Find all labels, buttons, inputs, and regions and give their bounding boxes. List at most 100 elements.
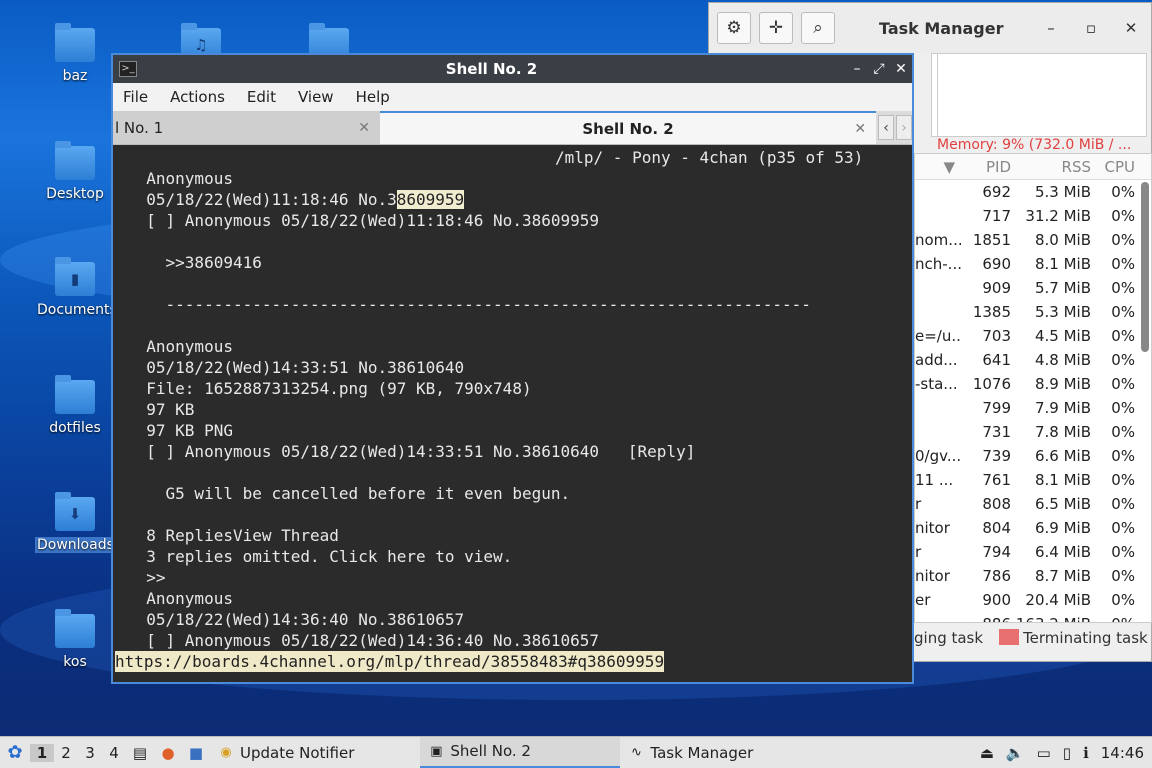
menu-actions[interactable]: Actions	[170, 88, 225, 106]
close-tab-icon[interactable]: ✕	[854, 121, 866, 137]
process-rss: 4.5 MiB	[1034, 327, 1091, 345]
table-row[interactable]: nom... 1851 8.0 MiB 0%	[915, 228, 1151, 252]
volume-icon[interactable]: 🔈	[1006, 744, 1025, 762]
process-scrollbar[interactable]	[1141, 182, 1149, 622]
eject-icon[interactable]: ⏏	[980, 744, 994, 762]
sort-chevron-down-icon[interactable]: ▼	[915, 158, 961, 176]
column-rss[interactable]: RSS	[1011, 158, 1091, 176]
legend-changing-task: ging task	[914, 629, 984, 647]
process-cpu: 0%	[1111, 183, 1135, 201]
menu-edit[interactable]: Edit	[247, 88, 276, 106]
close-tab-icon[interactable]: ✕	[358, 120, 370, 136]
table-row[interactable]: 1385 5.3 MiB 0%	[915, 300, 1151, 324]
table-row[interactable]: er 900 20.4 MiB 0%	[915, 588, 1151, 612]
tab-shell-2[interactable]: Shell No. 2 ✕	[380, 111, 877, 144]
table-row[interactable]: 717 31.2 MiB 0%	[915, 204, 1151, 228]
process-rss: 7.9 MiB	[1034, 399, 1091, 417]
table-row[interactable]: nitor 786 8.7 MiB 0%	[915, 564, 1151, 588]
table-row[interactable]: 731 7.8 MiB 0%	[915, 420, 1151, 444]
close-icon[interactable]: ✕	[1111, 19, 1151, 37]
desktop-icon-baz[interactable]: baz	[35, 23, 115, 84]
menu-view[interactable]: View	[298, 88, 334, 106]
terminal-line: [ ] Anonymous 05/18/22(Wed)14:36:40 No.3…	[127, 631, 600, 650]
desktop-icon-dotfiles[interactable]: dotfiles	[35, 375, 115, 436]
desktop-icon-desktop[interactable]: Desktop	[35, 141, 115, 202]
menu-bar: File Actions Edit View Help	[113, 83, 912, 111]
table-row[interactable]: -sta... 1076 8.9 MiB 0%	[915, 372, 1151, 396]
process-cpu: 0%	[1111, 447, 1135, 465]
crosshair-select-icon[interactable]: ✛	[759, 12, 793, 44]
close-icon[interactable]: ✕	[890, 61, 912, 77]
table-row[interactable]: add... 641 4.8 MiB 0%	[915, 348, 1151, 372]
taskbar-app-label: Update Notifier	[240, 743, 355, 762]
show-desktop-icon[interactable]: ■	[182, 744, 210, 762]
desktop-icon-kos[interactable]: kos	[35, 609, 115, 670]
process-table[interactable]: ▼ PID RSS CPU 692 5.3 MiB 0% 717 31.2 MiB 0% n…	[914, 153, 1152, 623]
table-row[interactable]: 692 5.3 MiB 0%	[915, 180, 1151, 204]
process-name: nch-...	[915, 255, 961, 273]
column-cpu[interactable]: CPU	[1091, 158, 1136, 176]
process-rss: 6.6 MiB	[1034, 447, 1091, 465]
workspace-3[interactable]: 3	[78, 744, 102, 762]
process-rss: 8.0 MiB	[1034, 231, 1091, 249]
minimize-icon[interactable]: –	[1031, 19, 1071, 37]
clipboard-icon[interactable]: ▯	[1063, 744, 1071, 762]
table-row[interactable]: e=/u... 703 4.5 MiB 0%	[915, 324, 1151, 348]
terminal-line: 97 KB PNG	[127, 421, 233, 440]
start-menu-icon[interactable]: ✿	[0, 742, 30, 763]
table-row[interactable]: 799 7.9 MiB 0%	[915, 396, 1151, 420]
workspace-1[interactable]: 1	[30, 743, 54, 762]
taskbar-update-notifier[interactable]: ◉ Update Notifier	[210, 737, 360, 768]
table-row[interactable]: r 808 6.5 MiB 0%	[915, 492, 1151, 516]
taskbar-shell[interactable]: ▣ Shell No. 2	[420, 736, 621, 768]
folder-icon	[55, 375, 95, 414]
process-pid: 794	[982, 543, 1011, 561]
process-pid: 717	[982, 207, 1011, 225]
process-rss: 8.9 MiB	[1034, 375, 1091, 393]
status-url[interactable]: https://boards.4channel.org/mlp/thread/3…	[115, 651, 665, 672]
clock[interactable]: 14:46	[1101, 744, 1144, 762]
maximize-icon[interactable]: ▫	[1071, 19, 1111, 37]
task-legend: ging task Terminating task	[914, 629, 1148, 647]
desktop-icon-label: Desktop	[46, 186, 104, 202]
search-icon[interactable]: ⌕	[801, 12, 835, 44]
taskbar-task-manager[interactable]: ∿ Task Manager	[620, 737, 759, 768]
desktop-icon-downloads[interactable]: ⬇ Downloads	[35, 492, 116, 553]
process-cpu: 0%	[1111, 519, 1135, 537]
legend-terminating-task: Terminating task	[1023, 629, 1148, 647]
network-icon[interactable]: ▭	[1037, 744, 1051, 762]
chevron-right-icon[interactable]: ›	[896, 115, 913, 140]
process-rss: 5.7 MiB	[1034, 279, 1091, 297]
table-row[interactable]: 11 ... 761 8.1 MiB 0%	[915, 468, 1151, 492]
table-row[interactable]: nitor 804 6.9 MiB 0%	[915, 516, 1151, 540]
process-rss: 163.2 MiB	[1011, 615, 1091, 622]
menu-file[interactable]: File	[123, 88, 148, 106]
terminal-area[interactable]: /mlp/ - Pony - 4chan (p35 of 53) Anonymo…	[113, 147, 912, 682]
settings-gear-icon[interactable]: ⚙	[717, 12, 751, 44]
table-row[interactable]: 909 5.7 MiB 0%	[915, 276, 1151, 300]
menu-help[interactable]: Help	[356, 88, 390, 106]
process-cpu: 0%	[1111, 351, 1135, 369]
firefox-icon[interactable]: ●	[154, 744, 182, 762]
taskbar-app-label: Shell No. 2	[450, 742, 531, 760]
workspace-4[interactable]: 4	[102, 744, 126, 762]
taskbar: ✿ 1 2 3 4 ▤ ● ■ ◉ Update Notifier ▣ Shel…	[0, 736, 1152, 768]
column-pid[interactable]: PID	[961, 158, 1011, 176]
notification-icon[interactable]: ℹ	[1083, 744, 1089, 762]
minimize-icon[interactable]: –	[846, 61, 868, 77]
maximize-icon[interactable]: ⤢	[868, 61, 890, 77]
table-row[interactable]: 886163.2 MiB0%	[915, 612, 1151, 622]
desktop-icon-documents[interactable]: ▮ Documents	[35, 257, 117, 318]
tab-label: l No. 1	[115, 118, 164, 137]
task-manager-title: Task Manager	[879, 18, 1004, 38]
file-manager-icon[interactable]: ▤	[126, 744, 154, 762]
table-row[interactable]: nch-... 690 8.1 MiB 0%	[915, 252, 1151, 276]
chevron-left-icon[interactable]: ‹	[878, 115, 895, 140]
table-row[interactable]: r 794 6.4 MiB 0%	[915, 540, 1151, 564]
process-cpu: 0%	[1111, 303, 1135, 321]
table-row[interactable]: 0/gv... 739 6.6 MiB 0%	[915, 444, 1151, 468]
process-rss: 31.2 MiB	[1025, 207, 1091, 225]
process-pid: 739	[982, 447, 1011, 465]
workspace-2[interactable]: 2	[54, 744, 78, 762]
tab-shell-1[interactable]: l No. 1 ✕	[113, 111, 380, 144]
